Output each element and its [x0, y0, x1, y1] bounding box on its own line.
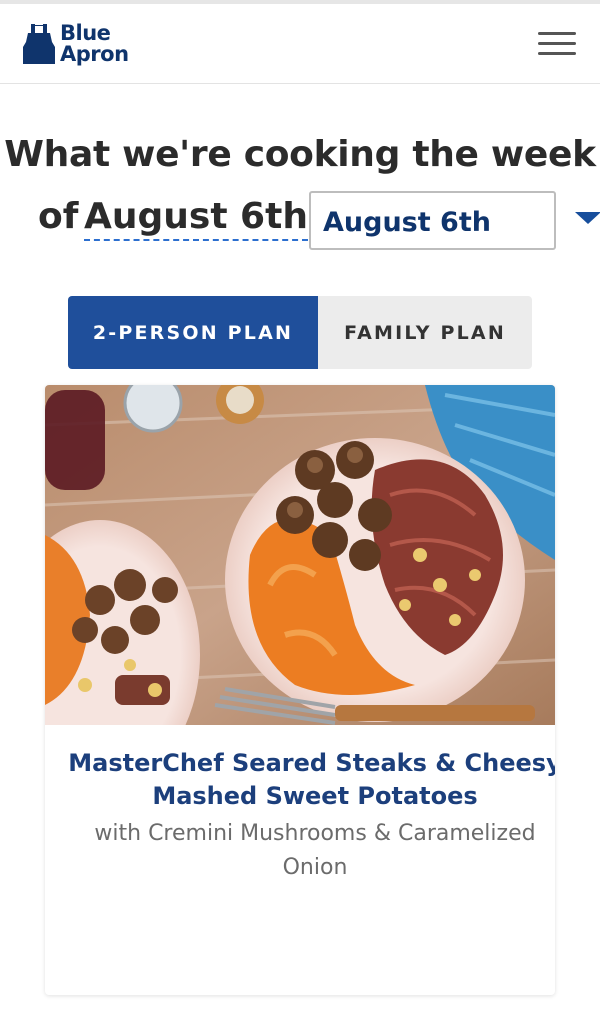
recipe-title[interactable]: MasterChef Seared Steaks & Cheesy Mashed…: [45, 747, 555, 813]
recipe-image[interactable]: [45, 385, 555, 725]
page-heading-line1: What we're cooking the week: [4, 134, 596, 175]
week-select-value: August 6th: [323, 207, 491, 238]
apron-icon: [23, 24, 55, 64]
plan-toggle: 2-PERSON PLAN FAMILY PLAN: [68, 296, 532, 369]
caret-down-icon[interactable]: [575, 212, 600, 224]
page-heading-week: August 6th: [84, 196, 308, 241]
site-header: Blue Apron: [0, 4, 600, 84]
recipe-subtitle: with Cremini Mushrooms & Caramelized Oni…: [94, 821, 536, 880]
page-heading-prefix: of: [38, 196, 79, 237]
hamburger-menu-icon[interactable]: [538, 30, 576, 58]
logo-text-line2: Apron: [60, 42, 129, 66]
recipe-card[interactable]: MasterChef Seared Steaks & Cheesy Mashed…: [45, 385, 555, 995]
tab-2-person-plan[interactable]: 2-PERSON PLAN: [68, 296, 318, 369]
tab-family-plan[interactable]: FAMILY PLAN: [318, 296, 532, 369]
logo-text-line1: Blue: [60, 21, 111, 45]
blue-apron-logo[interactable]: Blue Apron: [22, 18, 129, 70]
week-select[interactable]: August 6th: [309, 191, 556, 250]
